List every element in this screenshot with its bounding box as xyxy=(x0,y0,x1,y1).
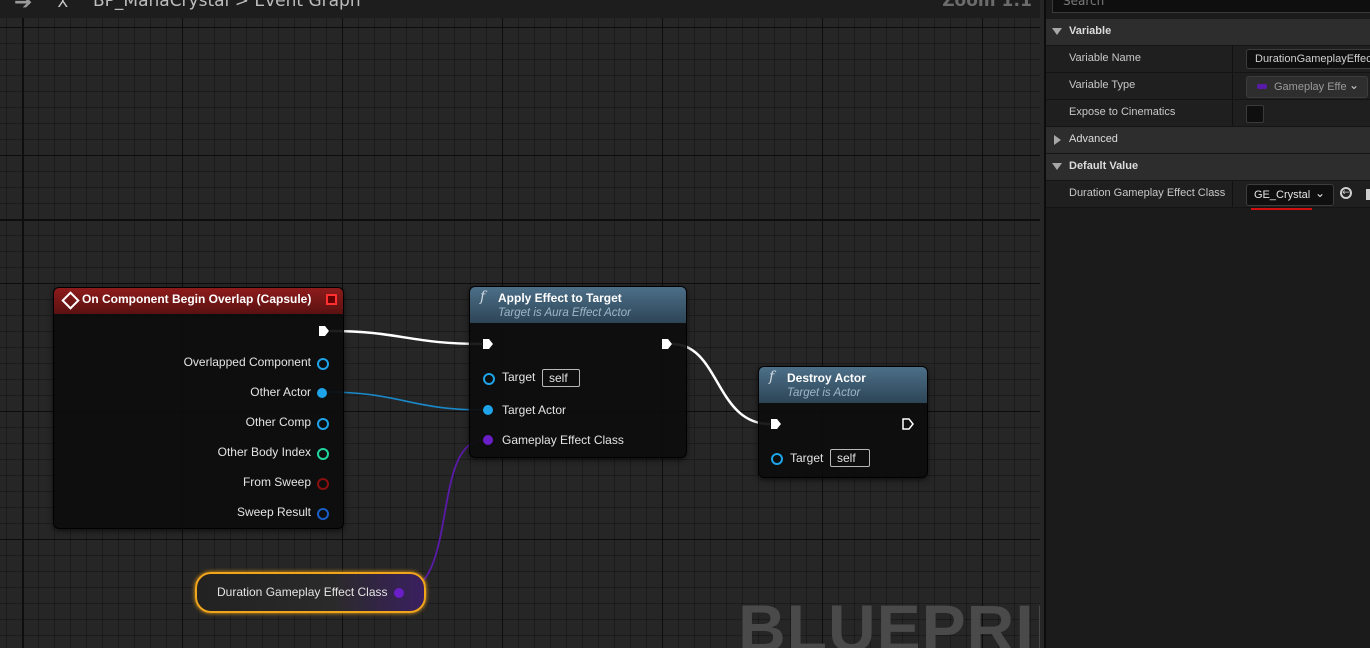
variable-label: Duration Gameplay Effect Class xyxy=(217,585,388,599)
details-panel: Search Variable Variable Name DurationGa… xyxy=(1044,0,1370,648)
node-header[interactable]: f Destroy Actor Target is Actor xyxy=(759,367,927,403)
graph-icon: ⅄ xyxy=(58,0,68,11)
pin-target[interactable] xyxy=(483,373,495,385)
pin-variable-out[interactable] xyxy=(394,588,404,598)
pin-gameplay-effect-class[interactable] xyxy=(483,435,493,445)
breadcrumb-asset[interactable]: BP_ManaCrystal xyxy=(93,0,229,11)
object-wire-actor xyxy=(326,391,485,411)
pin-label-target-actor: Target Actor xyxy=(502,403,567,417)
target-self-field[interactable]: self xyxy=(542,369,580,387)
section-advanced[interactable]: Advanced xyxy=(1046,127,1370,154)
pin-other-body-index[interactable] xyxy=(317,448,329,460)
zoom-level: Zoom 1:1 xyxy=(942,0,1032,11)
breadcrumb: BP_ManaCrystal > Event Graph xyxy=(93,0,361,11)
default-value-text: GE_Crystal xyxy=(1254,189,1311,201)
on-component-begin-overlap-node[interactable]: On Component Begin Overlap (Capsule) Ove… xyxy=(53,287,344,529)
column-splitter[interactable] xyxy=(1232,100,1233,126)
pin-label-target: Target xyxy=(502,370,536,384)
chevron-down-icon: ⌄ xyxy=(1314,186,1325,200)
row-label: Variable Type xyxy=(1069,79,1136,91)
pin-target-actor[interactable] xyxy=(483,405,493,415)
browse-icon[interactable] xyxy=(1366,189,1370,200)
class-type-icon xyxy=(1257,84,1267,89)
node-subtitle: Target is Actor xyxy=(787,387,861,399)
section-title: Default Value xyxy=(1069,160,1139,172)
row-default-duration-effect-class: Duration Gameplay Effect Class GE_Crysta… xyxy=(1046,181,1370,210)
pin-label-overlapped-component: Overlapped Component xyxy=(183,355,311,369)
node-header[interactable]: On Component Begin Overlap (Capsule) xyxy=(54,288,343,314)
exec-out-pin[interactable] xyxy=(902,418,914,430)
variable-type-dropdown[interactable]: Gameplay Effect Class ⌄ xyxy=(1246,76,1368,98)
row-variable-name: Variable Name DurationGameplayEffectClas… xyxy=(1046,46,1370,73)
pin-label-sweep-result: Sweep Result xyxy=(236,505,311,519)
reset-to-default-icon[interactable]: ← xyxy=(1340,187,1352,199)
row-variable-type: Variable Type Gameplay Effect Class ⌄ xyxy=(1046,73,1370,100)
pin-other-actor[interactable] xyxy=(317,388,327,398)
destroy-actor-node[interactable]: f Destroy Actor Target is Actor Target s… xyxy=(758,366,928,478)
apply-effect-to-target-node[interactable]: f Apply Effect to Target Target is Aura … xyxy=(469,286,687,458)
event-diamond-icon xyxy=(61,291,80,310)
pin-other-comp[interactable] xyxy=(317,418,329,430)
pin-from-sweep[interactable] xyxy=(317,478,329,490)
exec-out-pin[interactable] xyxy=(661,338,673,350)
pin-label-from-sweep: From Sweep xyxy=(242,475,311,489)
node-header[interactable]: f Apply Effect to Target Target is Aura … xyxy=(470,287,686,323)
function-icon: f xyxy=(769,369,775,385)
function-icon: f xyxy=(480,289,486,305)
chevron-down-icon: ⌄ xyxy=(1348,78,1359,92)
node-title: Apply Effect to Target xyxy=(498,291,622,305)
column-splitter[interactable] xyxy=(1232,73,1233,99)
section-variable[interactable]: Variable xyxy=(1046,19,1370,46)
event-graph-canvas[interactable]: ➔ ⅄ BP_ManaCrystal > Event Graph Zoom 1:… xyxy=(0,0,1040,648)
variable-name-field[interactable]: DurationGameplayEffectClass xyxy=(1246,49,1370,69)
expand-arrow-icon[interactable] xyxy=(1054,135,1061,145)
collapse-arrow-icon[interactable] xyxy=(1052,28,1062,35)
pin-label-target: Target xyxy=(790,451,824,465)
section-title: Advanced xyxy=(1069,133,1118,145)
details-search-input[interactable]: Search xyxy=(1052,0,1370,13)
section-title: Variable xyxy=(1069,25,1112,37)
column-splitter[interactable] xyxy=(1232,46,1233,72)
pin-target[interactable] xyxy=(771,453,783,465)
search-placeholder: Search xyxy=(1063,0,1105,8)
exec-in-pin[interactable] xyxy=(482,338,494,350)
pin-overlapped-component[interactable] xyxy=(317,358,329,370)
target-self-field[interactable]: self xyxy=(830,449,870,467)
variable-type-value: Gameplay Effect Class xyxy=(1274,81,1346,93)
breadcrumb-graph[interactable]: Event Graph xyxy=(254,0,360,11)
row-label: Variable Name xyxy=(1069,52,1141,64)
breadcrumb-separator: > xyxy=(234,0,249,11)
graph-toolbar: ➔ ⅄ BP_ManaCrystal > Event Graph Zoom 1:… xyxy=(0,0,1040,18)
pin-label-gameplay-effect-class: Gameplay Effect Class xyxy=(502,433,624,447)
row-expose-to-cinematics: Expose to Cinematics xyxy=(1046,100,1370,127)
node-title: On Component Begin Overlap (Capsule) xyxy=(82,292,312,306)
node-subtitle: Target is Aura Effect Actor xyxy=(498,307,631,319)
row-label: Duration Gameplay Effect Class xyxy=(1069,187,1226,199)
column-splitter[interactable] xyxy=(1232,181,1233,207)
pin-label-other-comp: Other Comp xyxy=(245,415,311,429)
pin-label-other-actor: Other Actor xyxy=(250,385,311,399)
duration-gameplay-effect-class-getter[interactable]: Duration Gameplay Effect Class xyxy=(195,572,426,613)
delegate-pin-icon[interactable] xyxy=(326,294,337,305)
section-default-value[interactable]: Default Value xyxy=(1046,154,1370,181)
exec-out-pin[interactable] xyxy=(318,325,330,337)
class-wire-effect xyxy=(399,439,485,593)
exec-in-pin[interactable] xyxy=(770,418,782,430)
node-title: Destroy Actor xyxy=(787,371,866,385)
pin-label-other-body-index: Other Body Index xyxy=(217,445,311,459)
collapse-arrow-icon[interactable] xyxy=(1052,163,1062,170)
default-value-dropdown[interactable]: GE_Crystal ⌄ xyxy=(1246,184,1334,206)
row-label: Expose to Cinematics xyxy=(1069,106,1176,118)
blueprint-watermark: BLUEPRINT xyxy=(738,591,1040,648)
back-arrow-icon[interactable]: ➔ xyxy=(14,0,32,15)
exec-wire-overlap-to-apply xyxy=(329,329,483,346)
expose-checkbox[interactable] xyxy=(1246,105,1264,123)
spell-error-underline xyxy=(1251,208,1312,210)
pin-sweep-result[interactable] xyxy=(317,508,329,520)
